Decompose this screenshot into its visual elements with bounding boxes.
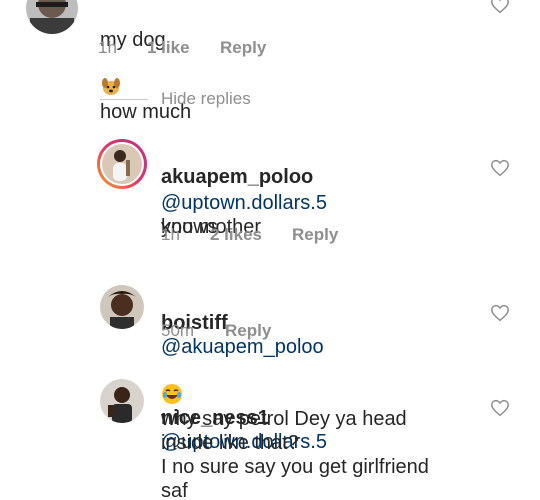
divider-line	[100, 99, 148, 100]
avatar[interactable]	[100, 285, 144, 329]
avatar[interactable]	[96, 138, 148, 190]
comment-1: akuapem_poloo @uptown.dollars.5 you moth…	[0, 134, 540, 254]
likes-count[interactable]: 1 like	[147, 38, 190, 58]
comment-line: why say petrol Dey ya head	[161, 408, 407, 430]
comment-meta: 50m Reply	[161, 321, 461, 341]
reply-button[interactable]: Reply	[220, 38, 266, 58]
heart-icon[interactable]	[490, 399, 510, 417]
hide-replies-label[interactable]: Hide replies	[161, 89, 251, 109]
comment-line: I no sure say you get girlfriend	[161, 456, 429, 478]
heart-icon[interactable]	[490, 304, 510, 322]
avatar[interactable]	[100, 379, 144, 423]
comments-screen: my dog how much 1h 1 like Reply Hide rep…	[0, 0, 540, 500]
reply-button[interactable]: Reply	[225, 321, 271, 341]
comment-line: saf	[161, 480, 188, 500]
timestamp: 1h	[161, 225, 180, 244]
avatar[interactable]	[26, 0, 78, 34]
timestamp: 50m	[161, 321, 195, 340]
comment-meta: 1h 1 like Reply	[98, 38, 398, 58]
likes-count[interactable]: 2 likes	[210, 225, 262, 245]
comment-0: my dog how much 1h 1 like Reply	[0, 0, 540, 123]
timestamp: 1h	[98, 38, 117, 57]
heart-icon[interactable]	[490, 0, 510, 14]
comment-2: boistiff @akuapem_poloo 50m Reply	[0, 280, 540, 404]
heart-icon[interactable]	[490, 159, 510, 177]
reply-button[interactable]: Reply	[292, 225, 338, 245]
comment-meta: 1h 2 likes Reply	[161, 225, 461, 245]
comment-line: inside like that?	[161, 432, 299, 454]
comment-3: nice_ness1 @uptown.dollars.5 why say pet…	[0, 375, 540, 500]
